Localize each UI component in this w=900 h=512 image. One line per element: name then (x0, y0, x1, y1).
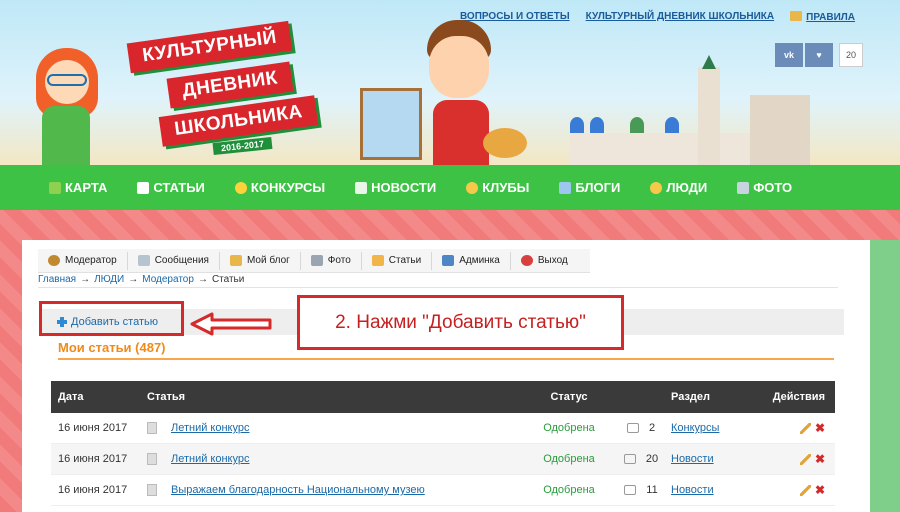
check-icon (49, 181, 61, 194)
row-status: Одобрена (543, 422, 595, 434)
tool-moderator[interactable]: Модератор (38, 251, 128, 270)
col-title[interactable]: Статья (147, 391, 527, 403)
highlight-box (39, 301, 184, 336)
breadcrumb-people[interactable]: ЛЮДИ (94, 274, 124, 287)
logo-year: 2016-2017 (212, 136, 273, 156)
site-header: ВОПРОСЫ И ОТВЕТЫ КУЛЬТУРНЫЙ ДНЕВНИК ШКОЛ… (0, 0, 900, 165)
link-rules[interactable]: ПРАВИЛА (790, 11, 855, 23)
bulb-icon (234, 181, 247, 194)
people-icon (466, 181, 479, 194)
pointer-arrow-icon (190, 312, 272, 336)
edit-icon[interactable] (799, 484, 811, 496)
row-status: Одобрена (543, 484, 595, 496)
comment-icon (626, 423, 639, 433)
table-row: 16 июня 2017 Выражаем благодарность Наци… (51, 475, 835, 506)
document-icon (147, 453, 157, 465)
breadcrumb-moderator[interactable]: Модератор (142, 274, 194, 287)
kremlin-illustration (550, 55, 880, 165)
link-rules-label: ПРАВИЛА (806, 12, 855, 23)
tool-messages[interactable]: Сообщения (128, 251, 220, 270)
nav-contests[interactable]: КОНКУРСЫ (234, 180, 325, 195)
nav-clubs[interactable]: КЛУБЫ (466, 180, 529, 195)
section-divider (58, 358, 834, 360)
breadcrumb-home[interactable]: Главная (38, 274, 76, 287)
link-diary[interactable]: КУЛЬТУРНЫЙ ДНЕВНИК ШКОЛЬНИКА (586, 11, 775, 23)
page-icon (137, 181, 150, 194)
side-decoration (870, 240, 900, 512)
like-button[interactable]: ♥ (805, 43, 833, 67)
comment-count: 20 (645, 453, 659, 465)
comment-icon (624, 485, 637, 495)
delete-icon[interactable]: ✖ (815, 422, 825, 434)
instruction-callout: 2. Нажми "Добавить статью" (297, 295, 624, 350)
section-link[interactable]: Новости (671, 484, 714, 496)
list-icon (559, 181, 572, 194)
nav-people[interactable]: ЛЮДИ (650, 180, 707, 195)
breadcrumb-current: Статьи (211, 274, 245, 285)
camera-icon (310, 255, 323, 266)
article-link[interactable]: Выражаем благодарность Национальному муз… (171, 484, 425, 496)
tool-articles[interactable]: Статьи (362, 251, 433, 270)
user-icon (48, 255, 60, 266)
section-title: Мои статьи (487) (58, 340, 166, 355)
social-share: vk ♥ 20 (775, 43, 863, 67)
tool-logout[interactable]: Выход (511, 252, 578, 270)
comment-count: 2 (648, 422, 656, 434)
delete-icon[interactable]: ✖ (815, 453, 825, 465)
share-count: 20 (839, 43, 863, 67)
breadcrumb-sep: → (128, 274, 139, 285)
people-icon (650, 181, 663, 194)
col-section[interactable]: Раздел (671, 391, 761, 403)
row-status: Одобрена (543, 453, 595, 465)
edit-icon[interactable] (799, 422, 811, 434)
breadcrumb-sep: → (80, 274, 91, 285)
col-status[interactable]: Статус (527, 391, 611, 403)
articles-table: Дата Статья Статус Раздел Действия 16 ию… (51, 381, 835, 506)
exit-icon (520, 255, 533, 266)
breadcrumb: Главная → ЛЮДИ → Модератор → Статьи (38, 274, 838, 288)
delete-icon[interactable]: ✖ (815, 484, 825, 496)
nav-photo[interactable]: ФОТО (737, 180, 792, 195)
row-date: 16 июня 2017 (58, 422, 128, 434)
folder-icon (371, 255, 384, 266)
breadcrumb-sep: → (197, 274, 208, 285)
boy-painter-illustration (405, 18, 527, 165)
nav-map[interactable]: КАРТА (49, 180, 107, 195)
col-actions: Действия (772, 391, 825, 403)
col-date[interactable]: Дата (51, 391, 147, 403)
user-toolbar: Модератор Сообщения Мой блог Фото Статьи… (38, 249, 590, 273)
tool-my-blog[interactable]: Мой блог (220, 251, 301, 270)
mail-icon (137, 255, 150, 266)
tool-photo[interactable]: Фото (301, 251, 362, 270)
edit-icon[interactable] (799, 453, 811, 465)
girl-violin-illustration (30, 48, 110, 165)
tool-admin[interactable]: Админка (432, 251, 511, 270)
book-icon (790, 11, 803, 21)
main-nav: КАРТА СТАТЬИ КОНКУРСЫ НОВОСТИ КЛУБЫ БЛОГ… (0, 165, 900, 210)
comment-count: 11 (646, 484, 658, 496)
nav-news[interactable]: НОВОСТИ (355, 180, 436, 195)
document-icon (147, 484, 157, 496)
comment-icon (623, 454, 636, 464)
doc-icon (355, 181, 368, 194)
row-date: 16 июня 2017 (58, 453, 128, 465)
section-link[interactable]: Конкурсы (671, 422, 719, 434)
table-header: Дата Статья Статус Раздел Действия (51, 381, 835, 413)
nav-articles[interactable]: СТАТЬИ (137, 180, 205, 195)
article-link[interactable]: Летний конкурс (171, 453, 250, 465)
nav-blogs[interactable]: БЛОГИ (559, 180, 620, 195)
content-panel: Модератор Сообщения Мой блог Фото Статьи… (22, 240, 870, 512)
row-date: 16 июня 2017 (58, 484, 128, 496)
vk-share-button[interactable]: vk (775, 43, 803, 67)
camera-icon (737, 181, 750, 194)
database-icon (442, 255, 455, 266)
table-row: 16 июня 2017 Летний конкурс Одобрена 2 К… (51, 413, 835, 444)
section-link[interactable]: Новости (671, 453, 714, 465)
table-row: 16 июня 2017 Летний конкурс Одобрена 20 … (51, 444, 835, 475)
document-icon (147, 422, 157, 434)
site-logo[interactable]: КУЛЬТУРНЫЙ ДНЕВНИК ШКОЛЬНИКА 2016-2017 (108, 20, 363, 160)
book-icon (229, 255, 242, 266)
article-link[interactable]: Летний конкурс (171, 422, 250, 434)
